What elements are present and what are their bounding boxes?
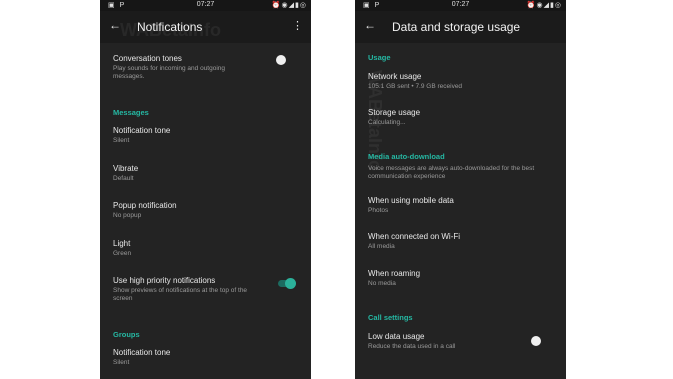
popup-notification-item[interactable]: Popup notification No popup bbox=[113, 201, 303, 220]
call-settings-header: Call settings bbox=[368, 313, 413, 322]
back-arrow-icon[interactable]: ← bbox=[364, 18, 376, 32]
media-auto-download-desc: Voice messages are always auto-downloade… bbox=[368, 165, 535, 180]
network-usage-value: 105.1 GB sent • 7.9 GB received bbox=[368, 83, 463, 90]
vibrate-item[interactable]: Vibrate Default bbox=[113, 164, 303, 183]
low-data-usage-switch[interactable] bbox=[531, 336, 541, 346]
group-notification-tone-label: Notification tone bbox=[113, 348, 171, 357]
conversation-tones-item[interactable]: Conversation tones Play sounds for incom… bbox=[113, 54, 303, 81]
groups-header: Groups bbox=[113, 330, 140, 339]
network-usage-label: Network usage bbox=[368, 72, 422, 81]
group-notification-tone-value: Silent bbox=[113, 359, 130, 366]
low-data-usage-item[interactable]: Low data usage Reduce the data used in a… bbox=[368, 332, 558, 351]
usage-header: Usage bbox=[368, 53, 391, 62]
mobile-data-label: When using mobile data bbox=[368, 196, 454, 205]
storage-usage-label: Storage usage bbox=[368, 108, 421, 117]
data-storage-screen: ▣ P 07:27 ⏰◉◢▮◎ ← Data and storage usage … bbox=[355, 0, 566, 379]
notification-tone-value: Silent bbox=[113, 137, 130, 144]
notification-tone-item[interactable]: Notification tone Silent bbox=[113, 126, 303, 145]
vibrate-value: Default bbox=[113, 175, 134, 182]
media-auto-download-desc-block: Voice messages are always auto-downloade… bbox=[368, 165, 558, 181]
network-usage-item[interactable]: Network usage 105.1 GB sent • 7.9 GB rec… bbox=[368, 72, 558, 91]
conversation-tones-desc: Play sounds for incoming and outgoing me… bbox=[113, 65, 226, 80]
notifications-screen: ▣ P 07:27 ⏰◉◢▮◎ ← Notifications ⋮ WABetaI… bbox=[100, 0, 311, 379]
popup-notification-value: No popup bbox=[113, 212, 142, 219]
page-title: Data and storage usage bbox=[392, 20, 521, 34]
storage-usage-item[interactable]: Storage usage Calculating... bbox=[368, 108, 558, 127]
roaming-item[interactable]: When roaming No media bbox=[368, 269, 558, 288]
high-priority-desc: Show previews of notifications at the to… bbox=[113, 287, 248, 302]
status-bar: ▣ P 07:27 ⏰◉◢▮◎ bbox=[355, 0, 566, 11]
high-priority-switch[interactable] bbox=[278, 278, 296, 289]
roaming-label: When roaming bbox=[368, 269, 421, 278]
toolbar: ← Data and storage usage bbox=[355, 11, 566, 43]
light-value: Green bbox=[113, 250, 132, 257]
storage-usage-value: Calculating... bbox=[368, 119, 406, 126]
group-notification-tone-item[interactable]: Notification tone Silent bbox=[113, 348, 303, 367]
messages-header: Messages bbox=[113, 108, 149, 117]
mobile-data-value: Photos bbox=[368, 207, 389, 214]
switch-knob bbox=[285, 278, 296, 289]
wifi-value: All media bbox=[368, 243, 395, 250]
status-icons: ⏰◉◢▮◎ bbox=[271, 2, 307, 9]
notification-tone-label: Notification tone bbox=[113, 126, 171, 135]
high-priority-label: Use high priority notifications bbox=[113, 276, 216, 285]
conversation-tones-switch[interactable] bbox=[276, 55, 286, 65]
conversation-tones-label: Conversation tones bbox=[113, 54, 182, 63]
light-label: Light bbox=[113, 239, 131, 248]
roaming-value: No media bbox=[368, 280, 396, 287]
status-icons: ⏰◉◢▮◎ bbox=[526, 2, 562, 9]
vibrate-label: Vibrate bbox=[113, 164, 139, 173]
status-bar: ▣ P 07:27 ⏰◉◢▮◎ bbox=[100, 0, 311, 11]
wifi-label: When connected on Wi-Fi bbox=[368, 232, 461, 241]
low-data-usage-label: Low data usage bbox=[368, 332, 425, 341]
low-data-usage-desc: Reduce the data used in a call bbox=[368, 343, 456, 350]
popup-notification-label: Popup notification bbox=[113, 201, 177, 210]
wifi-item[interactable]: When connected on Wi-Fi All media bbox=[368, 232, 558, 251]
more-options-icon[interactable]: ⋮ bbox=[292, 19, 303, 32]
watermark: WABetaInfo bbox=[120, 20, 221, 40]
light-item[interactable]: Light Green bbox=[113, 239, 303, 258]
high-priority-item[interactable]: Use high priority notifications Show pre… bbox=[113, 276, 303, 303]
mobile-data-item[interactable]: When using mobile data Photos bbox=[368, 196, 558, 215]
media-auto-download-header: Media auto-download bbox=[368, 152, 445, 161]
